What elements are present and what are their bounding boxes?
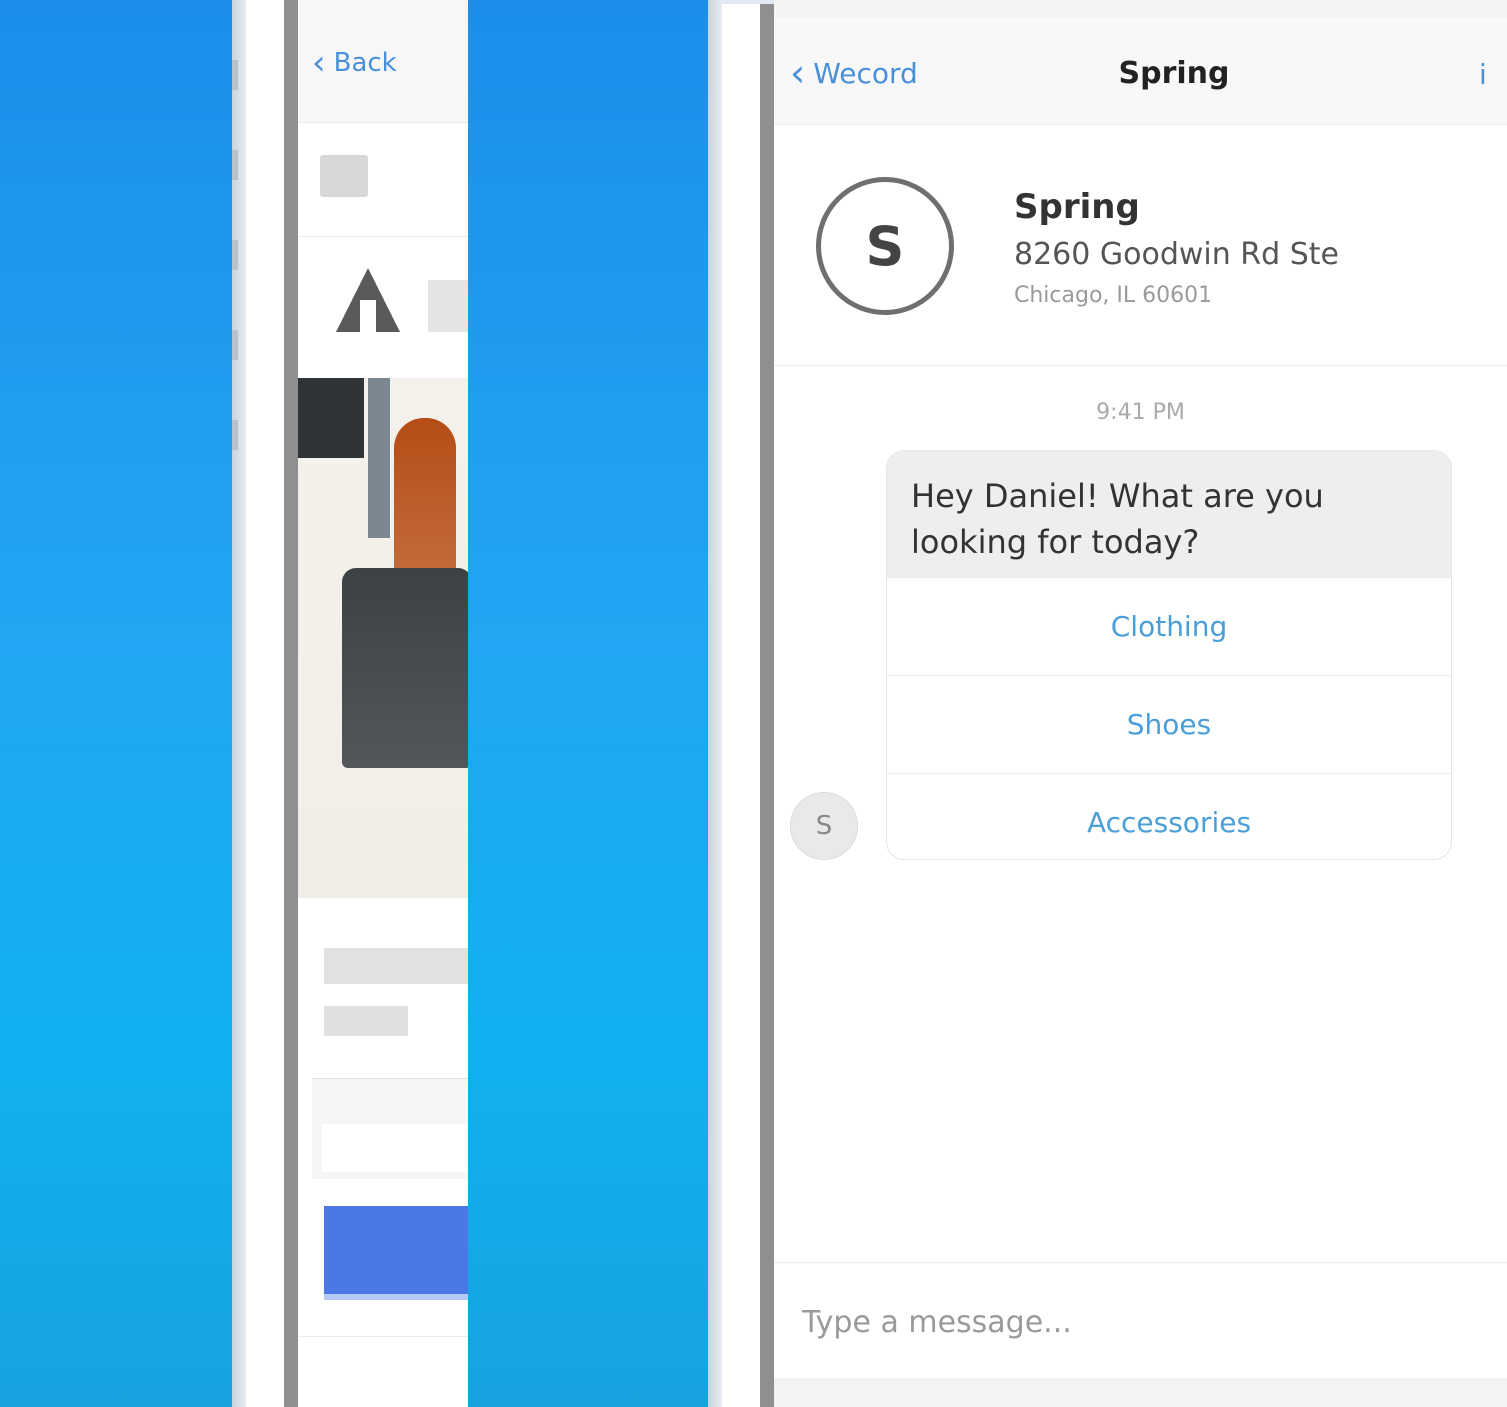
quick-reply-accessories[interactable]: Accessories	[887, 773, 1451, 859]
business-subtitle: Chicago, IL 60601	[1014, 283, 1213, 308]
chat-nav-bar: ‹ Wecord Spring i	[774, 18, 1507, 125]
product-name	[324, 948, 468, 984]
business-address: 8260 Goodwin Rd Ste	[1014, 237, 1339, 272]
quick-reply-clothing[interactable]: Clothing	[887, 577, 1451, 676]
brand-name-placeholder	[428, 280, 468, 332]
chevron-left-icon: ‹	[312, 43, 326, 83]
keyboard-hint-bar	[774, 1378, 1507, 1407]
message-text: Hey Daniel! What are you looking for tod…	[887, 451, 1451, 577]
business-logo-icon: S	[816, 177, 954, 315]
panel-edge-shadow	[708, 0, 722, 1407]
divider	[774, 1262, 1507, 1263]
divider	[298, 1336, 468, 1337]
back-label: Wecord	[813, 56, 918, 90]
product-screen: ‹ Back	[298, 0, 468, 1407]
desktop-background-left	[0, 0, 232, 1407]
category-badge[interactable]	[320, 155, 368, 197]
window-divider[interactable]	[760, 0, 774, 1407]
business-name: Spring	[1014, 187, 1140, 227]
add-to-cart-button[interactable]	[324, 1206, 468, 1300]
product-image[interactable]	[298, 378, 468, 898]
desktop-background-middle	[468, 0, 708, 1407]
back-label: Back	[333, 48, 397, 78]
back-button[interactable]: ‹ Wecord	[790, 54, 918, 92]
business-header: S Spring 8260 Goodwin Rd Ste Chicago, IL…	[774, 125, 1507, 366]
quantity-input[interactable]	[322, 1124, 468, 1172]
edge-ticks	[232, 0, 238, 470]
info-button[interactable]: i	[1479, 58, 1487, 91]
back-button[interactable]: ‹ Back	[312, 46, 397, 80]
message-input[interactable]	[800, 1296, 1444, 1348]
chat-title: Spring	[1118, 56, 1230, 91]
product-price	[324, 1006, 408, 1036]
product-nav-bar: ‹ Back	[298, 0, 468, 123]
panel-gap	[722, 0, 760, 1407]
message-bubble: Hey Daniel! What are you looking for tod…	[886, 450, 1452, 860]
quick-reply-shoes[interactable]: Shoes	[887, 675, 1451, 774]
chat-screen: ‹ Wecord Spring i S Spring 8260 Goodwin …	[774, 0, 1507, 1407]
divider	[298, 236, 468, 237]
chevron-left-icon: ‹	[790, 51, 806, 95]
avatar: S	[790, 792, 858, 860]
window-divider[interactable]	[284, 0, 298, 1407]
message-timestamp: 9:41 PM	[1096, 400, 1185, 425]
status-bar	[774, 0, 1507, 18]
panel-gap	[246, 0, 284, 1407]
